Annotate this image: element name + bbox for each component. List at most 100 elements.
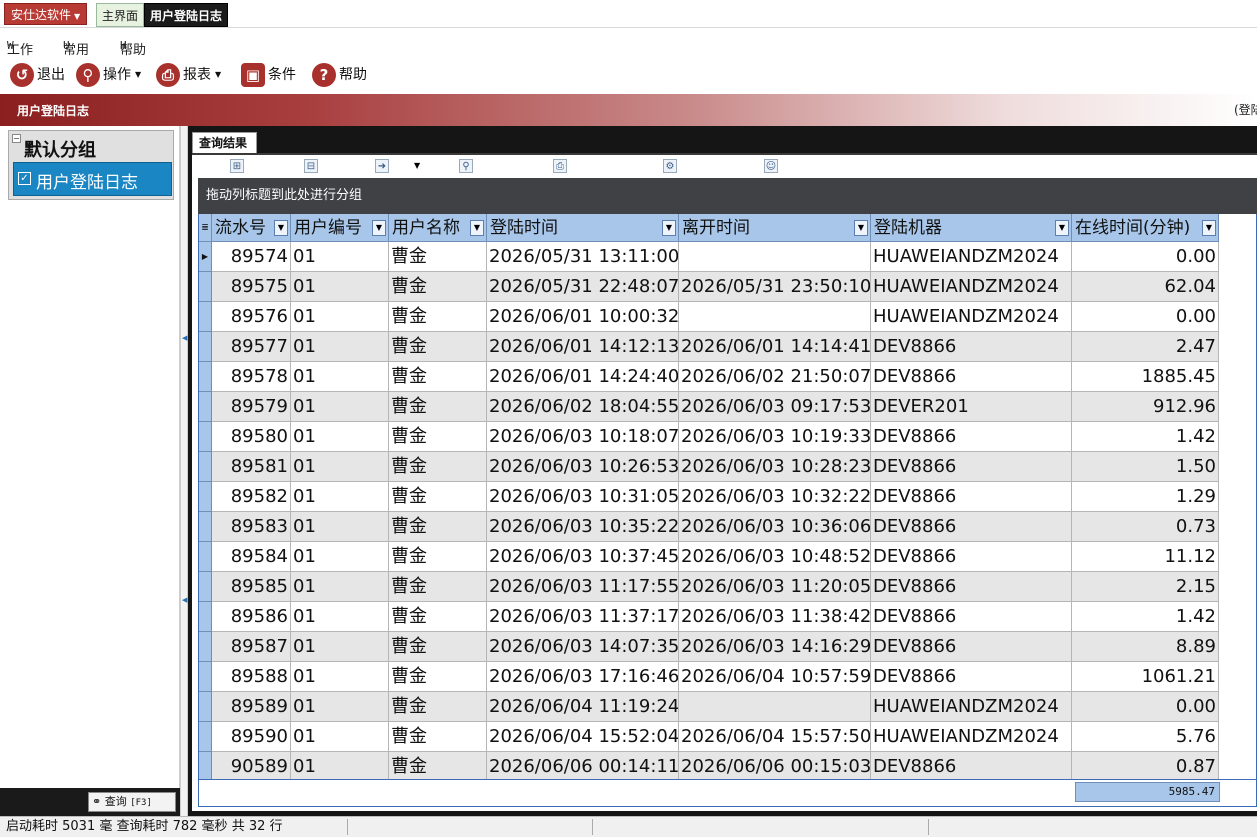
cell-login-machine[interactable]: DEV8866 — [871, 602, 1072, 632]
cell-login-time[interactable]: 2026/06/03 11:37:17 — [487, 602, 679, 632]
cell-online-minutes[interactable]: 2.47 — [1072, 332, 1219, 362]
cell-serial-no[interactable]: 89588 — [212, 662, 291, 692]
cell-login-machine[interactable]: DEV8866 — [871, 332, 1072, 362]
cell-serial-no[interactable]: 89589 — [212, 692, 291, 722]
row-selector[interactable] — [199, 422, 212, 452]
row-selector[interactable] — [199, 662, 212, 692]
cell-online-minutes[interactable]: 1.42 — [1072, 422, 1219, 452]
cell-user-name[interactable]: 曹金 — [389, 332, 487, 362]
cell-login-time[interactable]: 2026/06/03 14:07:35 — [487, 632, 679, 662]
cell-user-name[interactable]: 曹金 — [389, 242, 487, 272]
cell-login-time[interactable]: 2026/05/31 13:11:00 — [487, 242, 679, 272]
cell-user-code[interactable]: 01 — [291, 572, 389, 602]
cell-login-time[interactable]: 2026/05/31 22:48:07 — [487, 272, 679, 302]
cell-user-code[interactable]: 01 — [291, 602, 389, 632]
collapse-icon[interactable]: − — [12, 134, 21, 143]
cell-user-name[interactable]: 曹金 — [389, 722, 487, 752]
filter-dropdown-icon[interactable]: ▼ — [854, 220, 868, 236]
cell-user-code[interactable]: 01 — [291, 752, 389, 782]
cell-user-name[interactable]: 曹金 — [389, 272, 487, 302]
cell-serial-no[interactable]: 89585 — [212, 572, 291, 602]
filter-dropdown-icon[interactable]: ▼ — [372, 220, 386, 236]
cell-serial-no[interactable]: 89577 — [212, 332, 291, 362]
group-by-area[interactable]: 拖动列标题到此处进行分组 — [198, 178, 1257, 214]
row-selector[interactable] — [199, 392, 212, 422]
cell-serial-no[interactable]: 89575 — [212, 272, 291, 302]
cell-logout-time[interactable]: 2026/06/03 11:20:05 — [679, 572, 871, 602]
tab-login-log[interactable]: 用户登陆日志 — [144, 3, 229, 27]
row-selector[interactable] — [199, 332, 212, 362]
row-selector[interactable] — [199, 512, 212, 542]
preview-icon[interactable]: ⚲ — [459, 159, 473, 173]
cell-online-minutes[interactable]: 0.00 — [1072, 242, 1219, 272]
filter-dropdown-icon[interactable]: ▼ — [470, 220, 484, 236]
cell-login-machine[interactable]: HUAWEIANDZM2024 — [871, 692, 1072, 722]
query-button[interactable]: ⚭ 查询 [F3] — [88, 792, 176, 812]
cell-online-minutes[interactable]: 0.00 — [1072, 692, 1219, 722]
cell-login-machine[interactable]: HUAWEIANDZM2024 — [871, 302, 1072, 332]
cell-login-machine[interactable]: DEV8866 — [871, 662, 1072, 692]
cell-logout-time[interactable]: 2026/06/03 14:16:29 — [679, 632, 871, 662]
column-header-login-machine[interactable]: 登陆机器 ▼ — [871, 214, 1072, 242]
cell-logout-time[interactable]: 2026/06/03 10:36:06 — [679, 512, 871, 542]
settings-icon[interactable]: ⚙ — [663, 159, 677, 173]
cell-login-time[interactable]: 2026/06/02 18:04:55 — [487, 392, 679, 422]
row-selector[interactable] — [199, 752, 212, 782]
tab-query-result[interactable]: 查询结果 — [192, 132, 258, 154]
cell-user-code[interactable]: 01 — [291, 272, 389, 302]
cell-logout-time[interactable]: 2026/06/03 10:32:22 — [679, 482, 871, 512]
row-selector[interactable] — [199, 692, 212, 722]
cell-user-name[interactable]: 曹金 — [389, 422, 487, 452]
cell-login-machine[interactable]: DEV8866 — [871, 452, 1072, 482]
cell-login-time[interactable]: 2026/06/01 10:00:32 — [487, 302, 679, 332]
column-header-serial-no[interactable]: 流水号 ▼ — [212, 214, 291, 242]
cell-logout-time[interactable]: 2026/06/03 09:17:53 — [679, 392, 871, 422]
row-selector[interactable] — [199, 632, 212, 662]
cell-login-machine[interactable]: DEV8866 — [871, 422, 1072, 452]
cell-serial-no[interactable]: 89582 — [212, 482, 291, 512]
cell-logout-time[interactable]: 2026/06/02 21:50:07 — [679, 362, 871, 392]
column-header-user-code[interactable]: 用户编号 ▼ — [291, 214, 389, 242]
cell-login-machine[interactable]: DEV8866 — [871, 542, 1072, 572]
cell-login-time[interactable]: 2026/06/04 15:52:04 — [487, 722, 679, 752]
cell-serial-no[interactable]: 89584 — [212, 542, 291, 572]
cell-user-name[interactable]: 曹金 — [389, 662, 487, 692]
row-selector[interactable] — [199, 602, 212, 632]
cell-user-code[interactable]: 01 — [291, 692, 389, 722]
cell-login-machine[interactable]: HUAWEIANDZM2024 — [871, 272, 1072, 302]
cell-logout-time[interactable]: 2026/06/03 10:19:33 — [679, 422, 871, 452]
cell-online-minutes[interactable]: 912.96 — [1072, 392, 1219, 422]
cell-logout-time[interactable] — [679, 692, 871, 722]
row-selector[interactable] — [199, 722, 212, 752]
cell-login-time[interactable]: 2026/06/03 10:26:53 — [487, 452, 679, 482]
row-selector[interactable] — [199, 272, 212, 302]
cell-user-name[interactable]: 曹金 — [389, 362, 487, 392]
collapse-left-icon[interactable]: ◀ — [182, 596, 187, 604]
cell-serial-no[interactable]: 89574 — [212, 242, 291, 272]
cell-login-time[interactable]: 2026/06/01 14:12:13 — [487, 332, 679, 362]
cell-logout-time[interactable] — [679, 302, 871, 332]
cell-serial-no[interactable]: 89579 — [212, 392, 291, 422]
cell-user-code[interactable]: 01 — [291, 452, 389, 482]
cell-serial-no[interactable]: 89590 — [212, 722, 291, 752]
cell-login-time[interactable]: 2026/06/03 10:18:07 — [487, 422, 679, 452]
cell-user-name[interactable]: 曹金 — [389, 482, 487, 512]
column-header-logout-time[interactable]: 离开时间 ▼ — [679, 214, 871, 242]
cell-serial-no[interactable]: 89576 — [212, 302, 291, 332]
cell-online-minutes[interactable]: 1061.21 — [1072, 662, 1219, 692]
cell-logout-time[interactable]: 2026/06/03 10:48:52 — [679, 542, 871, 572]
cell-user-name[interactable]: 曹金 — [389, 752, 487, 782]
row-selector[interactable] — [199, 452, 212, 482]
expand-icon[interactable]: ⊞ — [230, 159, 244, 173]
cell-login-time[interactable]: 2026/06/03 17:16:46 — [487, 662, 679, 692]
cell-user-name[interactable]: 曹金 — [389, 452, 487, 482]
cell-serial-no[interactable]: 89580 — [212, 422, 291, 452]
cell-user-code[interactable]: 01 — [291, 392, 389, 422]
row-selector[interactable] — [199, 572, 212, 602]
filter-dropdown-icon[interactable]: ▼ — [1202, 220, 1216, 236]
cell-serial-no[interactable]: 89583 — [212, 512, 291, 542]
filter-dropdown-icon[interactable]: ▼ — [274, 220, 288, 236]
cell-online-minutes[interactable]: 1.29 — [1072, 482, 1219, 512]
user-icon[interactable]: ☺ — [764, 159, 778, 173]
collapse-icon[interactable]: ⊟ — [304, 159, 318, 173]
